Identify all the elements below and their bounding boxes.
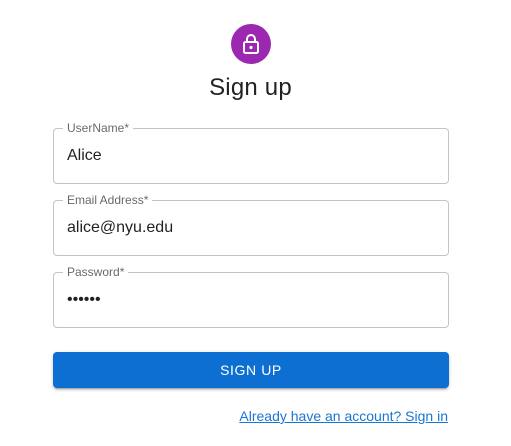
- page-title: Sign up: [209, 74, 292, 101]
- signup-page: Sign up UserName* Email Address* Passwor…: [0, 0, 511, 446]
- email-field[interactable]: Email Address*: [53, 192, 449, 256]
- username-input[interactable]: [67, 129, 435, 183]
- email-input[interactable]: [67, 201, 435, 255]
- sign-in-link[interactable]: Already have an account? Sign in: [239, 407, 448, 425]
- password-field[interactable]: Password*: [53, 264, 449, 328]
- password-input[interactable]: [67, 273, 435, 327]
- username-field[interactable]: UserName*: [53, 120, 449, 184]
- lock-icon: [241, 33, 261, 55]
- sign-up-button[interactable]: SIGN UP: [53, 352, 449, 388]
- lock-avatar: [231, 24, 271, 64]
